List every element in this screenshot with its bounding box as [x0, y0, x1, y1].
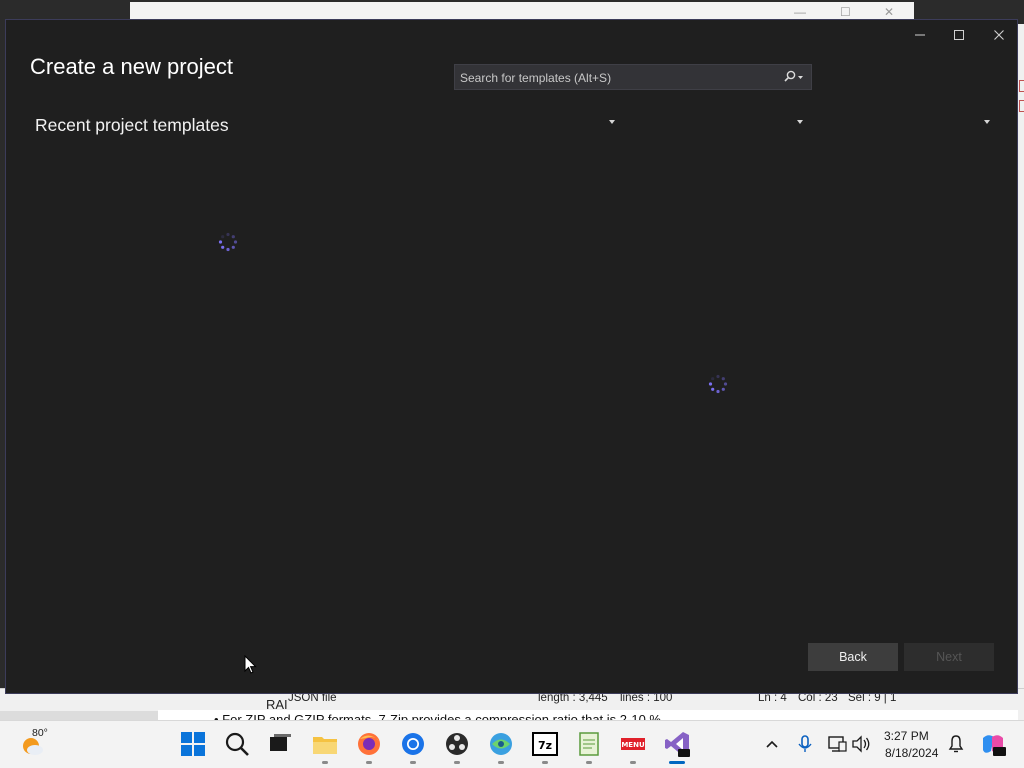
- notepad-plus-icon[interactable]: [574, 729, 604, 759]
- file-explorer-icon[interactable]: [310, 729, 340, 759]
- search-input[interactable]: [455, 65, 782, 91]
- notification-bell-icon[interactable]: [945, 729, 967, 759]
- running-indicator: [454, 761, 460, 764]
- loading-spinner-icon: [218, 232, 238, 252]
- clock-date[interactable]: 8/18/2024: [885, 746, 938, 760]
- running-indicator: [322, 761, 328, 764]
- maximize-icon[interactable]: [945, 26, 973, 46]
- running-indicator: [366, 761, 372, 764]
- start-icon[interactable]: [178, 729, 208, 759]
- bg-minimize-icon: —: [794, 5, 806, 19]
- svg-text:MENU: MENU: [621, 741, 645, 749]
- network-icon[interactable]: [826, 729, 848, 759]
- search-icon: [784, 70, 803, 82]
- bg-marker: [1019, 80, 1024, 92]
- weather-temp: 80°: [32, 727, 48, 739]
- next-button[interactable]: Next: [904, 643, 994, 671]
- recent-templates-heading: Recent project templates: [35, 115, 229, 135]
- template-search-box[interactable]: [454, 64, 812, 91]
- search-options-button[interactable]: [781, 69, 807, 85]
- loading-spinner-icon: [708, 374, 728, 394]
- menu-app-icon[interactable]: MENU: [618, 729, 648, 759]
- network-app-icon[interactable]: [486, 729, 516, 759]
- project-type-filter-dropdown[interactable]: [980, 116, 996, 128]
- minimize-icon[interactable]: [906, 26, 934, 46]
- bg-close-icon: ✕: [884, 5, 895, 19]
- taskbar: 80° 7z MENU 3:27 PM 8/18/2024: [0, 720, 1024, 768]
- svg-text:7z: 7z: [538, 739, 552, 752]
- page-title: Create a new project: [30, 54, 233, 79]
- close-icon[interactable]: [985, 26, 1013, 46]
- bg-maximize-icon: ☐: [840, 5, 851, 19]
- active-app-indicator: [669, 761, 685, 764]
- visual-studio-preview-icon[interactable]: [662, 729, 692, 759]
- running-indicator: [586, 761, 592, 764]
- background-right-strip: [1018, 24, 1024, 720]
- chrome-icon[interactable]: [398, 729, 428, 759]
- chevron-up-icon[interactable]: [762, 729, 782, 759]
- running-indicator: [410, 761, 416, 764]
- clock-time[interactable]: 3:27 PM: [884, 729, 929, 743]
- search-icon[interactable]: [222, 729, 252, 759]
- firefox-icon[interactable]: [354, 729, 384, 759]
- obs-icon[interactable]: [442, 729, 472, 759]
- running-indicator: [542, 761, 548, 764]
- running-indicator: [630, 761, 636, 764]
- create-project-dialog: Create a new project Recent project temp…: [5, 19, 1018, 694]
- weather-widget[interactable]: 80°: [20, 727, 48, 764]
- language-filter-dropdown[interactable]: [605, 116, 621, 128]
- platform-filter-dropdown[interactable]: [793, 116, 809, 128]
- task-view-icon[interactable]: [265, 729, 295, 759]
- microphone-icon[interactable]: [794, 729, 816, 759]
- copilot-icon[interactable]: [978, 729, 1008, 759]
- mouse-cursor-icon: [244, 655, 257, 674]
- 7zip-icon[interactable]: 7z: [530, 729, 560, 759]
- bg-marker: [1019, 100, 1024, 112]
- volume-icon[interactable]: [850, 729, 872, 759]
- back-button[interactable]: Back: [808, 643, 898, 671]
- running-indicator: [498, 761, 504, 764]
